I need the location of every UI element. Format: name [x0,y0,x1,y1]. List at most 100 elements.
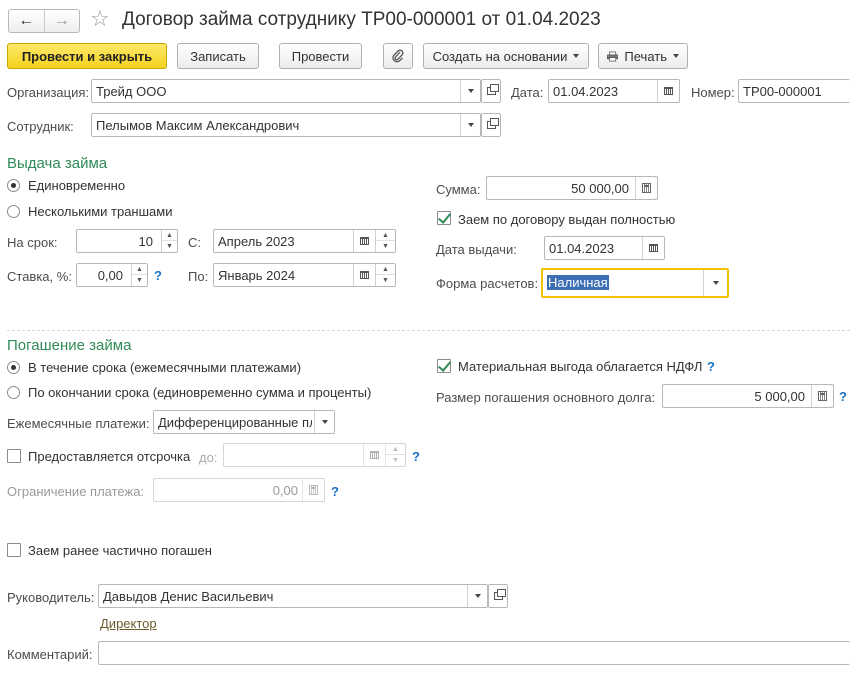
spin-down-icon[interactable]: ▼ [386,455,405,466]
issue-tranches-radio[interactable] [7,205,20,218]
sum-field[interactable]: 50 000,00 [486,176,658,200]
ndfl-checkbox[interactable] [437,359,451,373]
manager-dropdown-button[interactable] [467,585,487,607]
open-icon [493,589,506,600]
chevron-down-icon [712,281,719,285]
ndfl-help-icon[interactable]: ? [707,359,715,374]
issue-once-radio[interactable] [7,179,20,192]
to-label: По: [188,269,209,284]
to-value: Январь 2024 [218,268,296,283]
principal-label: Размер погашения основного долга: [436,390,656,405]
calculator-icon [309,485,318,495]
spin-down-icon[interactable]: ▼ [376,275,395,286]
limit-value: 0,00 [272,483,298,498]
spin-up-icon[interactable]: ▲ [162,230,177,241]
issue-tranches-label: Несколькими траншами [28,204,173,219]
comment-field[interactable] [98,641,850,665]
post-and-close-button[interactable]: Провести и закрыть [7,43,167,69]
rate-field[interactable]: 0,00 ▲ ▼ [76,263,148,287]
favorite-star-icon[interactable]: ☆ [90,6,110,32]
nav-buttons: ← → [8,9,80,33]
deferral-checkbox[interactable] [7,449,21,463]
employee-label: Сотрудник: [7,119,74,134]
employee-open-button[interactable] [481,113,501,137]
print-button[interactable]: Печать [598,43,688,69]
chevron-down-icon [467,89,474,93]
repay-monthly-radio[interactable] [7,361,20,374]
repay-section-title: Погашение займа [7,337,132,354]
issue-date-value: 01.04.2023 [549,241,615,256]
from-spinner[interactable]: ▲ ▼ [375,230,395,252]
from-field[interactable]: Апрель 2023 ▲ ▼ [213,229,396,253]
term-spinner[interactable]: ▲ ▼ [161,230,177,252]
deferral-to-label: до: [199,450,218,465]
deferral-date-field[interactable]: ▲ ▼ [223,443,406,467]
manager-position-link[interactable]: Директор [100,616,157,631]
monthly-payments-field[interactable]: Дифференцированные пл [153,410,335,434]
date-field[interactable]: 01.04.2023 [548,79,680,103]
limit-field[interactable]: 0,00 [153,478,325,502]
save-button[interactable]: Записать [177,43,259,69]
create-based-on-button[interactable]: Создать на основании [423,43,589,69]
rate-label: Ставка, %: [7,269,72,284]
monthly-payments-value: Дифференцированные пл [158,415,312,430]
issue-date-calendar-button[interactable] [642,237,664,259]
repay-end-radio[interactable] [7,386,20,399]
fully-issued-checkbox[interactable] [437,211,451,225]
page-title: Договор займа сотруднику ТР00-000001 от … [122,9,601,30]
deferral-spinner[interactable]: ▲ ▼ [385,444,405,466]
manager-field[interactable]: Давыдов Денис Васильевич [98,584,488,608]
calendar-icon [360,271,369,279]
date-calendar-button[interactable] [657,80,679,102]
spin-down-icon[interactable]: ▼ [162,241,177,252]
post-button[interactable]: Провести [279,43,362,69]
back-button[interactable]: ← [9,10,45,32]
spin-up-icon[interactable]: ▲ [376,264,395,275]
sum-calculator-button[interactable] [635,177,657,199]
org-field[interactable]: Трейд ООО [91,79,481,103]
deferral-label: Предоставляется отсрочка [28,449,191,464]
payment-form-field[interactable]: Наличная [541,268,729,298]
limit-help-icon[interactable]: ? [331,484,339,499]
principal-calculator-button[interactable] [811,385,833,407]
principal-value: 5 000,00 [754,389,805,404]
chevron-down-icon [321,420,328,424]
spin-up-icon[interactable]: ▲ [386,444,405,455]
to-field[interactable]: Январь 2024 ▲ ▼ [213,263,396,287]
monthly-payments-dropdown-button[interactable] [314,411,334,433]
from-calendar-button[interactable] [353,230,375,252]
payment-form-dropdown-button[interactable] [703,270,727,296]
principal-field[interactable]: 5 000,00 [662,384,834,408]
manager-value: Давыдов Денис Васильевич [103,589,274,604]
org-open-button[interactable] [481,79,501,103]
section-divider [7,330,850,331]
org-dropdown-button[interactable] [460,80,480,102]
forward-button[interactable]: → [45,10,80,32]
to-spinner[interactable]: ▲ ▼ [375,264,395,286]
partial-repaid-checkbox[interactable] [7,543,21,557]
number-field[interactable]: ТР00-000001 [738,79,850,103]
limit-calculator-button[interactable] [302,479,324,501]
principal-help-icon[interactable]: ? [839,389,847,404]
rate-spinner[interactable]: ▲ ▼ [131,264,147,286]
deferral-calendar-button[interactable] [363,444,385,466]
number-value: ТР00-000001 [743,84,822,99]
employee-field[interactable]: Пелымов Максим Александрович [91,113,481,137]
spin-down-icon[interactable]: ▼ [376,241,395,252]
to-calendar-button[interactable] [353,264,375,286]
term-value: 10 [138,234,153,249]
payment-form-value: Наличная [547,275,609,290]
spin-up-icon[interactable]: ▲ [132,264,147,275]
spin-down-icon[interactable]: ▼ [132,275,147,286]
manager-open-button[interactable] [488,584,508,608]
spin-up-icon[interactable]: ▲ [376,230,395,241]
issue-date-field[interactable]: 01.04.2023 [544,236,665,260]
create-based-on-label: Создать на основании [432,48,568,64]
rate-help-icon[interactable]: ? [154,268,162,283]
deferral-help-icon[interactable]: ? [412,449,420,464]
attach-button[interactable] [383,43,413,69]
from-value: Апрель 2023 [218,234,295,249]
manager-label: Руководитель: [7,590,95,605]
employee-dropdown-button[interactable] [460,114,480,136]
term-field[interactable]: 10 ▲ ▼ [76,229,178,253]
